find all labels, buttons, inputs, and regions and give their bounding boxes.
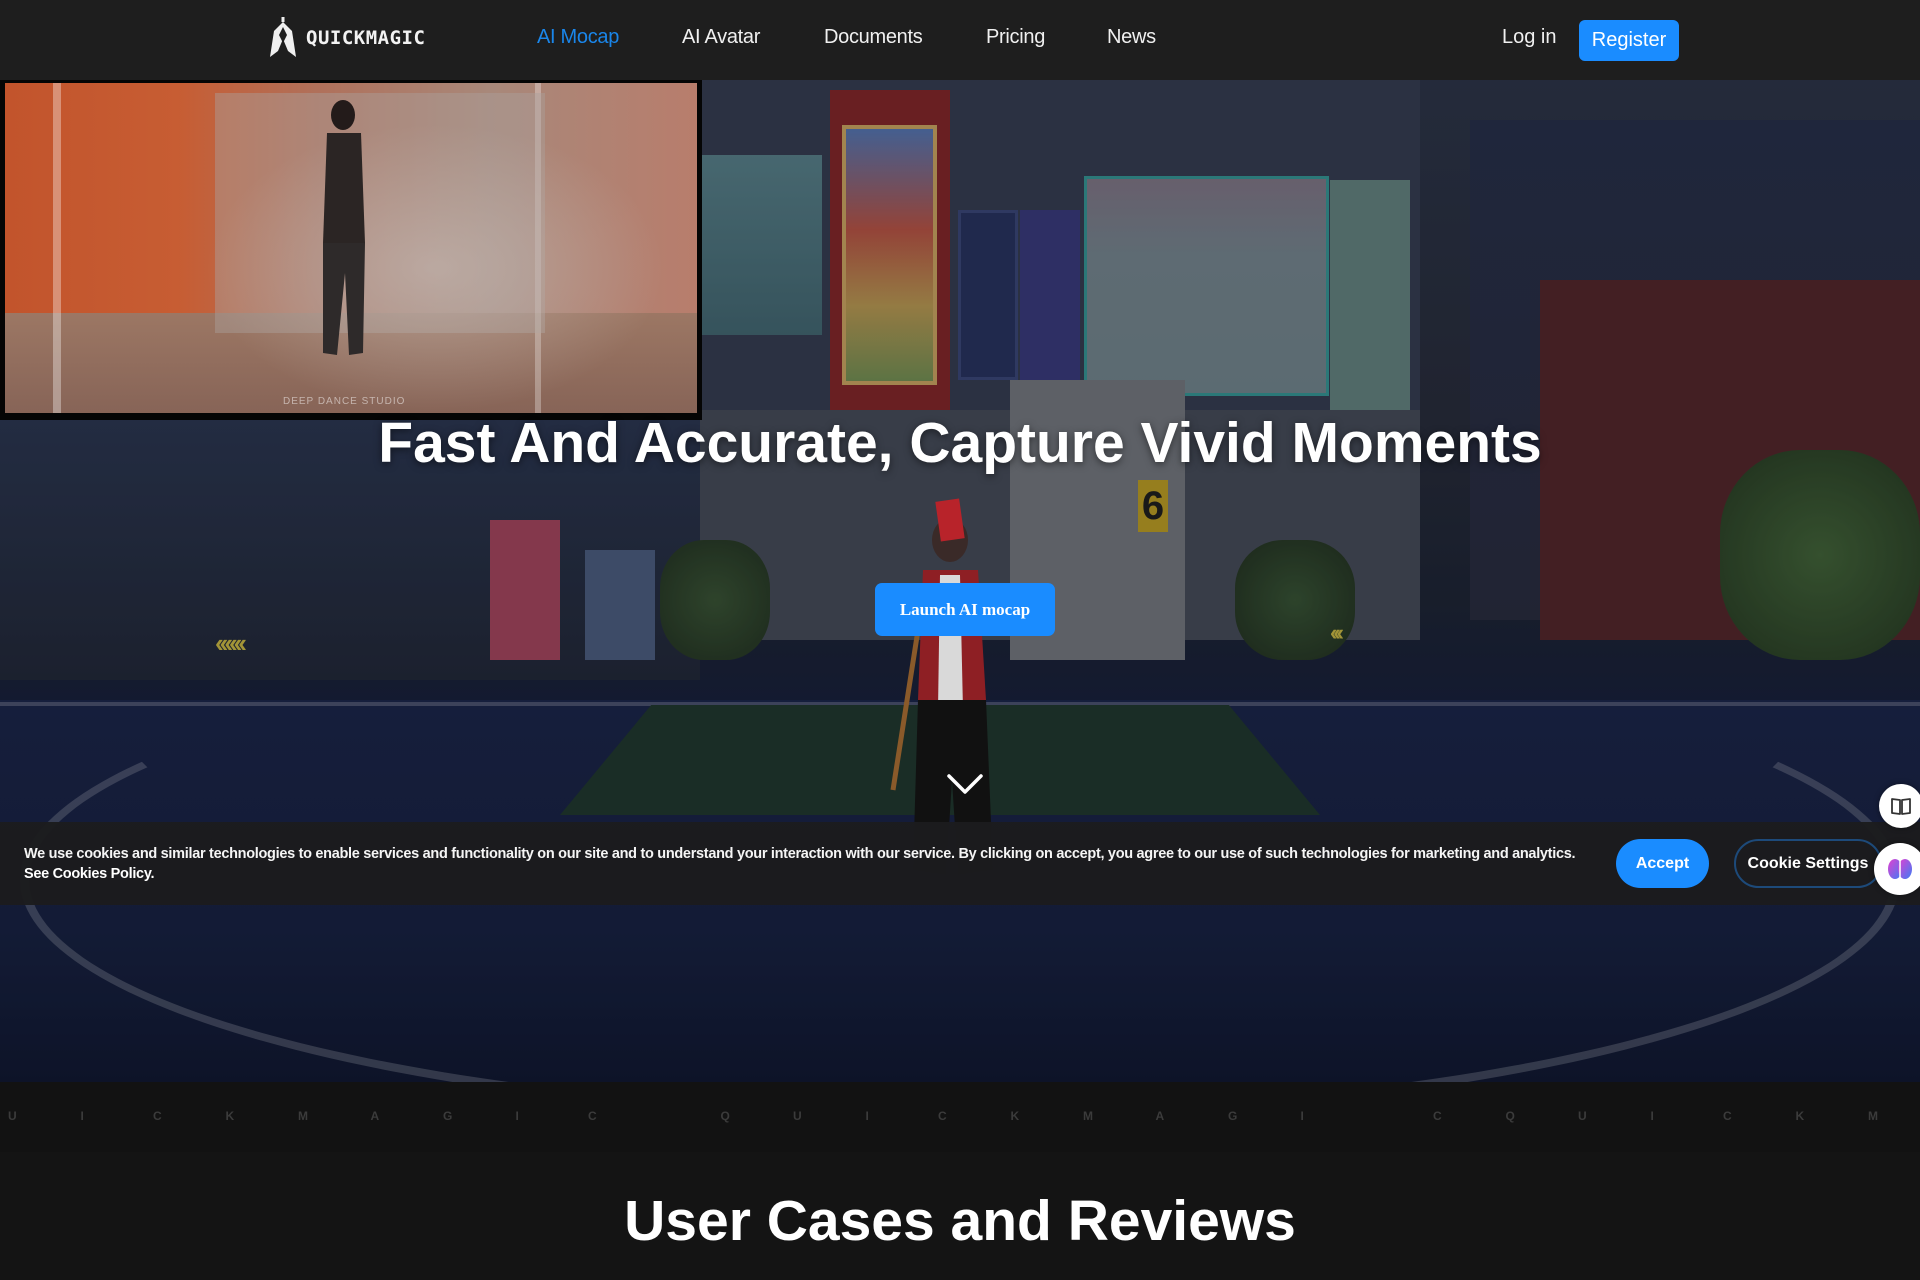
nav-item-ai-mocap[interactable]: AI Mocap (537, 26, 619, 49)
launch-ai-mocap-button[interactable]: Launch AI mocap (875, 583, 1055, 636)
brain-icon (1888, 859, 1912, 879)
cookie-text: We use cookies and similar technologies … (24, 844, 1584, 884)
marquee-letter: I (865, 1109, 869, 1123)
ai-assistant-float-button[interactable] (1874, 843, 1920, 895)
marquee-letter: U (8, 1109, 17, 1123)
marquee-letter: U (1578, 1109, 1587, 1123)
marquee-letter: K (1795, 1109, 1805, 1123)
brand-marquee: UICKMAGICQUICKMAGICQUICKMA (0, 1082, 1920, 1152)
book-icon (1891, 798, 1911, 815)
marquee-letter: M (1868, 1109, 1878, 1123)
marquee-letter: C (588, 1109, 597, 1123)
marquee-letter: A (1155, 1109, 1165, 1123)
logo-text: QUICKMAGIC (306, 27, 426, 49)
marquee-letter: G (443, 1109, 453, 1123)
logo-icon (270, 17, 296, 57)
video-light-stripe (53, 83, 61, 413)
user-cases-title: User Cases and Reviews (624, 1189, 1296, 1253)
mocap-source-video[interactable]: DEEP DANCE STUDIO (0, 80, 702, 420)
nav-item-pricing[interactable]: Pricing (986, 26, 1045, 49)
register-button[interactable]: Register (1579, 20, 1679, 61)
accept-cookies-button[interactable]: Accept (1616, 839, 1709, 888)
marquee-letter: Q (720, 1109, 730, 1123)
marquee-letter: C (153, 1109, 162, 1123)
marquee-letter: C (1723, 1109, 1732, 1123)
nav-item-documents[interactable]: Documents (824, 26, 923, 49)
marquee-letter: I (1300, 1109, 1304, 1123)
video-fog (205, 123, 665, 413)
top-navigation: QUICKMAGIC AI Mocap AI Avatar Documents … (0, 0, 1920, 80)
nav-item-news[interactable]: News (1107, 26, 1156, 49)
logo[interactable]: QUICKMAGIC (268, 16, 425, 60)
video-caption: DEEP DANCE STUDIO (283, 396, 406, 407)
cookie-settings-button[interactable]: Cookie Settings (1734, 839, 1882, 888)
hero-section: 6 ‹‹‹‹‹‹ ‹‹‹ DEEP DANCE STUDIO Fast And … (0, 80, 1920, 1082)
marquee-letter: C (1433, 1109, 1442, 1123)
marquee-letter: I (515, 1109, 519, 1123)
marquee-letter: Q (1505, 1109, 1515, 1123)
marquee-letter: C (938, 1109, 947, 1123)
chevron-down-icon[interactable] (945, 770, 985, 798)
marquee-letter: M (298, 1109, 308, 1123)
marquee-letter: I (80, 1109, 84, 1123)
marquee-letter: A (370, 1109, 380, 1123)
video-frame: DEEP DANCE STUDIO (5, 83, 697, 413)
marquee-letter: U (793, 1109, 802, 1123)
marquee-letter: K (225, 1109, 235, 1123)
login-link[interactable]: Log in (1502, 26, 1557, 49)
dancer-figure (323, 100, 365, 355)
marquee-letter: M (1083, 1109, 1093, 1123)
docs-float-button[interactable] (1879, 784, 1920, 828)
marquee-letter: I (1650, 1109, 1654, 1123)
cookie-policy-link[interactable]: See Cookies Policy. (24, 866, 155, 882)
hero-headline: Fast And Accurate, Capture Vivid Moments (378, 411, 1542, 475)
marquee-letter: K (1010, 1109, 1020, 1123)
cookie-banner: We use cookies and similar technologies … (0, 822, 1920, 905)
marquee-letter: G (1228, 1109, 1238, 1123)
cookie-message: We use cookies and similar technologies … (24, 846, 1576, 862)
nav-item-ai-avatar[interactable]: AI Avatar (682, 26, 760, 49)
